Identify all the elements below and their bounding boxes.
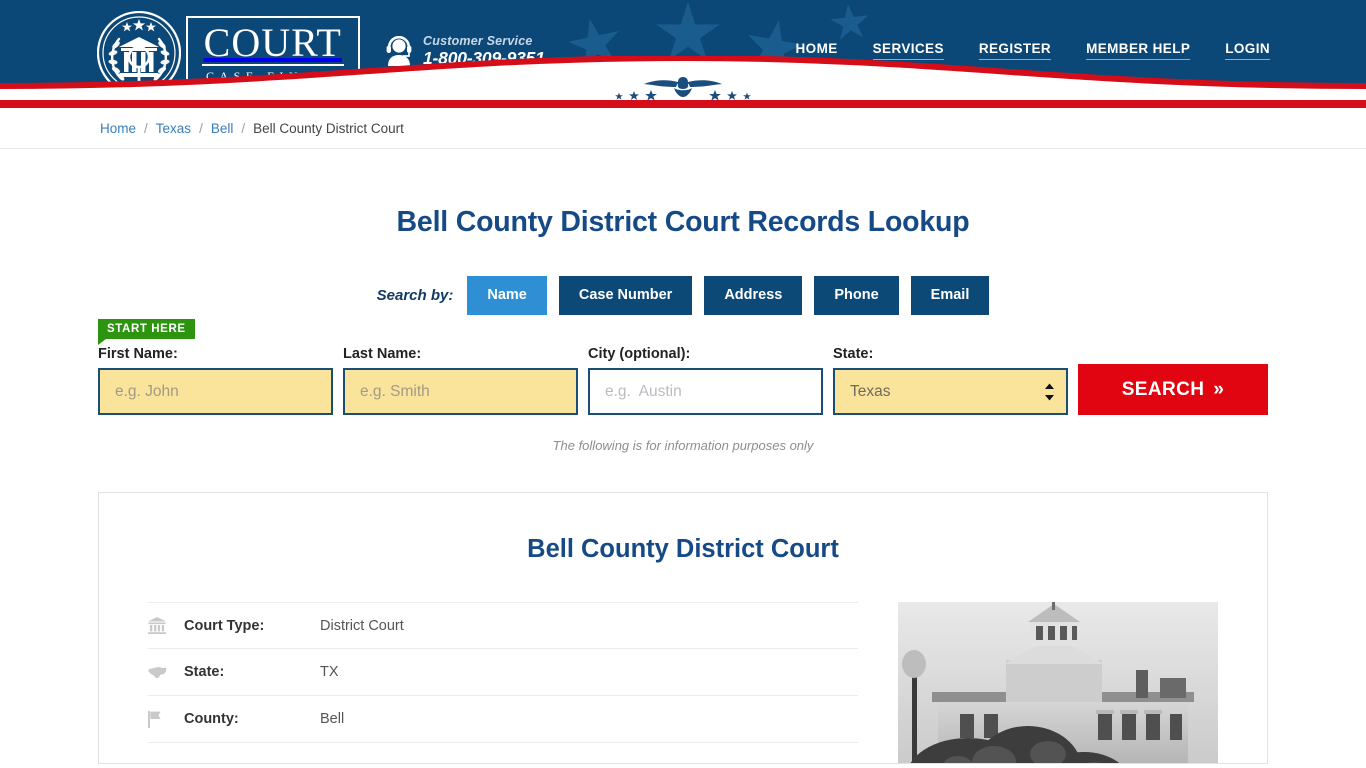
last-name-input[interactable]: [343, 368, 578, 415]
state-select-wrapper: [833, 368, 1068, 415]
breadcrumb-item-texas[interactable]: Texas: [156, 121, 191, 136]
tab-case-number[interactable]: Case Number: [558, 276, 693, 315]
breadcrumb-separator: /: [199, 120, 203, 136]
customer-service-label: Customer Service: [423, 34, 533, 48]
first-name-group: First Name:: [98, 346, 333, 415]
courthouse-photo: [898, 602, 1218, 763]
red-accent-bar: [0, 100, 1366, 108]
city-group: City (optional):: [588, 346, 823, 415]
search-by-tabs: Search by: Name Case Number Address Phon…: [0, 276, 1366, 315]
detail-label: State:: [184, 664, 225, 680]
detail-value: Bell: [320, 711, 345, 727]
search-button-label: SEARCH: [1121, 378, 1205, 400]
breadcrumb-item-bell[interactable]: Bell: [211, 121, 234, 136]
tab-name[interactable]: Name: [467, 276, 547, 315]
detail-value: District Court: [320, 617, 404, 634]
city-input[interactable]: [588, 368, 823, 415]
detail-label: County:: [184, 711, 239, 727]
detail-label: Court Type:: [184, 617, 265, 634]
last-name-label: Last Name:: [343, 346, 422, 362]
flag-icon: [148, 710, 184, 728]
search-by-label: Search by:: [376, 287, 454, 304]
tab-email[interactable]: Email: [910, 276, 990, 315]
state-group: State:: [833, 346, 1068, 415]
courthouse-icon: [148, 617, 184, 634]
state-select[interactable]: [833, 368, 1068, 415]
double-chevron-right-icon: »: [1213, 378, 1225, 400]
breadcrumb-separator: /: [241, 120, 246, 136]
search-form: START HERE First Name: Last Name: City (…: [98, 315, 1268, 415]
detail-row-court-type: Court Type: District Court: [148, 602, 858, 649]
us-map-icon: [148, 666, 184, 679]
start-here-badge: START HERE: [98, 319, 195, 345]
search-button[interactable]: SEARCH »: [1078, 364, 1268, 415]
search-fields-row: First Name: Last Name: City (optional): …: [98, 315, 1268, 415]
first-name-input[interactable]: [98, 368, 333, 415]
star-icon: [828, 2, 872, 44]
tab-address[interactable]: Address: [704, 276, 803, 315]
state-label: State:: [833, 346, 874, 362]
disclaimer-text: The following is for information purpose…: [552, 438, 814, 453]
breadcrumb: Home / Texas / Bell / Bell County Distri…: [0, 108, 1366, 149]
breadcrumb-separator: /: [144, 120, 148, 136]
breadcrumb-item-current: Bell County District Court: [253, 120, 404, 136]
detail-row-county: County: Bell: [148, 696, 858, 743]
site-header: COURT CASE FINDER Customer Service 1-800…: [0, 0, 1366, 100]
tab-phone[interactable]: Phone: [814, 276, 899, 315]
breadcrumb-item-home[interactable]: Home: [100, 121, 136, 136]
detail-value: TX: [320, 664, 339, 680]
court-info-card: Bell County District Court Court Type: D…: [98, 492, 1268, 764]
court-info-body: Court Type: District Court State: TX Cou…: [99, 602, 1267, 763]
eagle-emblem-icon: [615, 77, 751, 100]
court-detail-list: Court Type: District Court State: TX Cou…: [148, 602, 858, 763]
last-name-group: Last Name:: [343, 346, 578, 415]
city-label: City (optional):: [588, 346, 691, 362]
court-name-heading: Bell County District Court: [527, 535, 839, 563]
page-title: Bell County District Court Records Looku…: [396, 206, 970, 238]
detail-row-state: State: TX: [148, 649, 858, 696]
first-name-label: First Name:: [98, 346, 178, 362]
